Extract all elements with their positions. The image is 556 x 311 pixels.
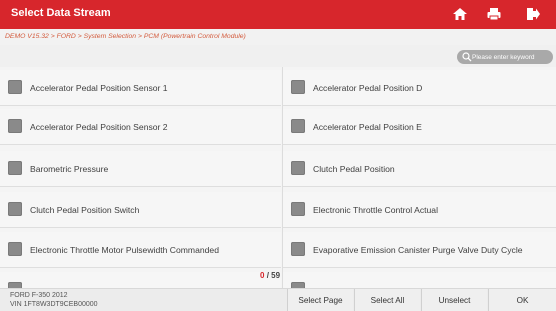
checkbox[interactable] xyxy=(291,80,305,94)
page-title: Select Data Stream xyxy=(11,7,111,19)
checkbox[interactable] xyxy=(8,242,22,256)
checkbox[interactable] xyxy=(8,80,22,94)
select-page-button[interactable]: Select Page xyxy=(287,289,353,311)
list-item[interactable]: Electronic Throttle Motor Pulsewidth Com… xyxy=(0,232,281,268)
item-label: Barometric Pressure xyxy=(30,164,109,174)
vehicle-info: FORD F-350 2012 VIN 1FT8W3DT9CEB00000 xyxy=(10,291,98,309)
search-input[interactable] xyxy=(472,50,552,64)
list-item[interactable]: Clutch Pedal Position xyxy=(283,151,556,187)
list-item[interactable] xyxy=(283,272,556,288)
checkbox[interactable] xyxy=(8,202,22,216)
print-icon[interactable] xyxy=(486,6,502,22)
exit-icon[interactable] xyxy=(525,6,541,22)
list-item[interactable]: Accelerator Pedal Position Sensor 1 xyxy=(0,70,281,106)
ok-button[interactable]: OK xyxy=(488,289,556,311)
list-item[interactable]: Clutch Pedal Position Switch xyxy=(0,192,281,228)
unselect-button[interactable]: Unselect xyxy=(421,289,487,311)
selection-counter: 0 / 59 xyxy=(260,271,280,280)
home-icon[interactable] xyxy=(452,6,468,22)
list-item[interactable]: Accelerator Pedal Position D xyxy=(283,70,556,106)
list-item[interactable]: Accelerator Pedal Position E xyxy=(283,109,556,145)
list-item[interactable]: Evaporative Emission Canister Purge Valv… xyxy=(283,232,556,268)
select-all-button[interactable]: Select All xyxy=(354,289,420,311)
list-item[interactable]: Barometric Pressure xyxy=(0,151,281,187)
item-label: Electronic Throttle Motor Pulsewidth Com… xyxy=(30,245,219,255)
checkbox[interactable] xyxy=(8,119,22,133)
total-count: / 59 xyxy=(266,271,281,280)
item-label: Clutch Pedal Position Switch xyxy=(30,205,140,215)
item-label: Accelerator Pedal Position E xyxy=(313,122,422,132)
item-label: Evaporative Emission Canister Purge Valv… xyxy=(313,245,523,255)
checkbox[interactable] xyxy=(291,202,305,216)
list-item[interactable]: Electronic Throttle Control Actual xyxy=(283,192,556,228)
checkbox[interactable] xyxy=(8,161,22,175)
bottom-bar: FORD F-350 2012 VIN 1FT8W3DT9CEB00000 Se… xyxy=(0,288,556,311)
checkbox[interactable] xyxy=(291,242,305,256)
selected-count: 0 xyxy=(260,271,265,280)
list-item[interactable] xyxy=(0,272,281,288)
item-label: Clutch Pedal Position xyxy=(313,164,395,174)
search-icon xyxy=(462,52,472,62)
list-item[interactable]: Accelerator Pedal Position Sensor 2 xyxy=(0,109,281,145)
breadcrumb: DEMO V15.32 > FORD > System Selection > … xyxy=(0,29,556,45)
search-row xyxy=(0,45,556,67)
checkbox[interactable] xyxy=(291,119,305,133)
checkbox[interactable] xyxy=(291,161,305,175)
item-label: Accelerator Pedal Position Sensor 2 xyxy=(30,122,168,132)
data-stream-list: Accelerator Pedal Position Sensor 1 Acce… xyxy=(0,67,556,288)
item-label: Accelerator Pedal Position D xyxy=(313,83,423,93)
item-label: Accelerator Pedal Position Sensor 1 xyxy=(30,83,168,93)
title-bar: Select Data Stream xyxy=(0,0,556,29)
search-box[interactable] xyxy=(457,50,553,64)
vehicle-vin: VIN 1FT8W3DT9CEB00000 xyxy=(10,301,98,308)
vehicle-model: FORD F-350 2012 xyxy=(10,292,68,299)
item-label: Electronic Throttle Control Actual xyxy=(313,205,438,215)
